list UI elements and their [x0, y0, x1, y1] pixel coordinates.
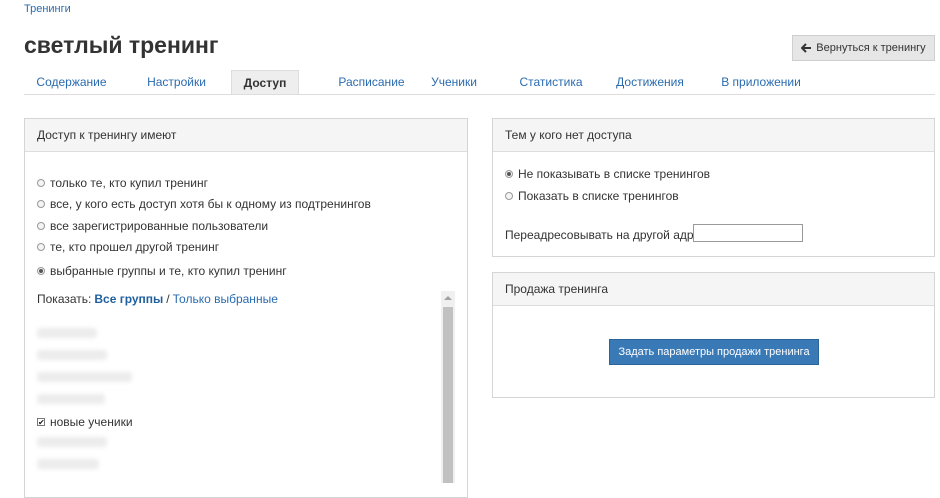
- tab-content[interactable]: Содержание: [24, 70, 119, 94]
- tab-in-app[interactable]: В приложении: [717, 70, 805, 94]
- no-access-option-hide[interactable]: Не показывать в списке тренингов: [505, 167, 710, 181]
- sale-panel-title: Продажа тренинга: [493, 273, 934, 306]
- access-panel-title: Доступ к тренингу имеют: [25, 119, 467, 152]
- access-panel: Доступ к тренингу имеют только те, кто к…: [24, 118, 468, 498]
- filter-all-groups-link[interactable]: Все группы: [94, 292, 163, 306]
- radio-selected-icon: [505, 170, 513, 178]
- no-access-option-show[interactable]: Показать в списке тренингов: [505, 189, 679, 203]
- access-option-purchased[interactable]: только те, кто купил тренинг: [37, 176, 208, 190]
- access-option-registered[interactable]: все зарегистрированные пользователи: [37, 219, 268, 233]
- radio-icon: [37, 243, 45, 251]
- filter-separator: /: [166, 292, 170, 306]
- option-label: все зарегистрированные пользователи: [50, 219, 269, 233]
- back-button-label: Вернуться к тренингу: [816, 42, 926, 54]
- arrow-left-icon: [801, 43, 812, 53]
- filter-selected-only-link[interactable]: Только выбранные: [173, 292, 278, 306]
- group-item-new-students[interactable]: ✔ новые ученики: [37, 415, 133, 429]
- redirect-url-input[interactable]: [693, 224, 803, 242]
- tab-achievements[interactable]: Достижения: [609, 70, 691, 94]
- group-filter: Показать: Все группы / Только выбранные: [37, 292, 278, 306]
- blurred-group-item: [37, 350, 107, 360]
- radio-icon: [37, 222, 45, 230]
- redirect-label: Переадресовывать на другой адрес: [505, 228, 707, 242]
- tab-access[interactable]: Доступ: [231, 70, 299, 94]
- radio-selected-icon: [37, 267, 45, 275]
- group-filter-prefix: Показать:: [37, 292, 92, 306]
- sale-panel: Продажа тренинга Задать параметры продаж…: [492, 272, 935, 398]
- group-label: новые ученики: [50, 415, 133, 429]
- blurred-group-item: [37, 372, 132, 382]
- option-label: выбранные группы и те, кто купил тренинг: [50, 264, 287, 278]
- access-option-subtrainings[interactable]: все, у кого есть доступ хотя бы к одному…: [37, 197, 371, 211]
- tab-bar: Содержание Настройки Доступ Расписание У…: [24, 70, 935, 95]
- option-label: те, кто прошел другой тренинг: [50, 240, 220, 254]
- tab-statistics[interactable]: Статистика: [506, 70, 596, 94]
- option-label: только те, кто купил тренинг: [50, 176, 208, 190]
- blurred-group-item: [37, 394, 105, 404]
- tab-schedule[interactable]: Расписание: [319, 70, 424, 94]
- blurred-group-item: [37, 437, 107, 447]
- blurred-group-item: [37, 328, 97, 338]
- option-label: Не показывать в списке тренингов: [518, 167, 711, 181]
- no-access-panel: Тем у кого нет доступа Не показывать в с…: [492, 118, 935, 257]
- back-to-training-button[interactable]: Вернуться к тренингу: [792, 35, 935, 61]
- radio-icon: [37, 179, 45, 187]
- tab-settings[interactable]: Настройки: [139, 70, 214, 94]
- radio-icon: [505, 192, 513, 200]
- checkbox-checked-icon: ✔: [37, 418, 45, 427]
- scroll-up-arrow-icon[interactable]: [444, 296, 452, 300]
- blurred-group-item: [37, 459, 99, 469]
- option-label: все, у кого есть доступ хотя бы к одному…: [50, 197, 371, 211]
- groups-scrollbar[interactable]: [441, 291, 455, 483]
- radio-icon: [37, 200, 45, 208]
- page-title: светлый тренинг: [24, 32, 219, 58]
- breadcrumb-trainings[interactable]: Тренинги: [24, 3, 71, 15]
- set-sale-params-button[interactable]: Задать параметры продажи тренинга: [609, 339, 819, 365]
- access-option-other-training[interactable]: те, кто прошел другой тренинг: [37, 240, 219, 254]
- access-option-groups[interactable]: выбранные группы и те, кто купил тренинг: [37, 264, 287, 278]
- option-label: Показать в списке тренингов: [518, 189, 679, 203]
- no-access-panel-title: Тем у кого нет доступа: [493, 119, 934, 152]
- scrollbar-thumb[interactable]: [443, 307, 453, 483]
- tab-students[interactable]: Ученики: [424, 70, 484, 94]
